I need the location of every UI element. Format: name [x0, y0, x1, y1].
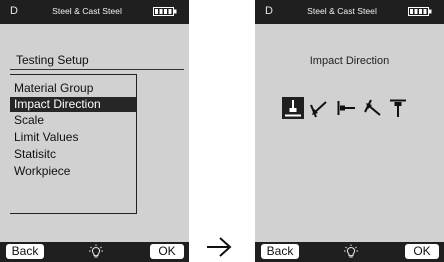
settings-menu: Material Group Impact Direction Scale Li… [10, 74, 137, 214]
impact-direction-screen: D Steel & Cast Steel Impact Direction Ba… [255, 0, 444, 262]
impact-up-icon[interactable] [387, 97, 409, 119]
right-arrow-icon [207, 237, 232, 257]
back-button[interactable]: Back [6, 244, 44, 259]
impact-down-icon[interactable] [282, 97, 304, 119]
menu-item-scale[interactable]: Scale [10, 113, 136, 128]
impact-down-left-icon[interactable] [308, 97, 330, 119]
impact-direction-title: Impact Direction [309, 55, 390, 67]
material-title: Steel & Cast Steel [52, 6, 122, 16]
battery-full-icon [153, 7, 177, 16]
impact-up-left-icon[interactable] [362, 97, 384, 119]
softkey-bar: Back OK [0, 242, 189, 262]
section-title: Testing Setup [16, 53, 89, 67]
back-button[interactable]: Back [261, 244, 299, 259]
probe-mode-label: D [10, 5, 18, 17]
probe-mode-label: D [265, 5, 273, 17]
ok-button[interactable]: OK [150, 244, 184, 259]
light-bulb-icon[interactable] [88, 244, 104, 260]
menu-item-limit-values[interactable]: Limit Values [10, 130, 136, 145]
light-bulb-icon[interactable] [343, 244, 359, 260]
menu-item-workpiece[interactable]: Workpiece [10, 164, 136, 179]
ok-button[interactable]: OK [405, 244, 439, 259]
menu-item-material-group[interactable]: Material Group [10, 81, 136, 96]
softkey-bar: Back OK [255, 242, 444, 262]
impact-horizontal-icon[interactable] [335, 97, 357, 119]
material-title: Steel & Cast Steel [307, 6, 377, 16]
menu-item-impact-direction[interactable]: Impact Direction [10, 97, 136, 112]
battery-full-icon [408, 7, 432, 16]
menu-item-statistic[interactable]: Statisitc [10, 147, 136, 162]
testing-setup-screen: D Steel & Cast Steel Testing Setup Mater… [0, 0, 189, 262]
title-divider [10, 69, 184, 70]
status-header: D Steel & Cast Steel [255, 0, 444, 24]
status-header: D Steel & Cast Steel [0, 0, 189, 24]
